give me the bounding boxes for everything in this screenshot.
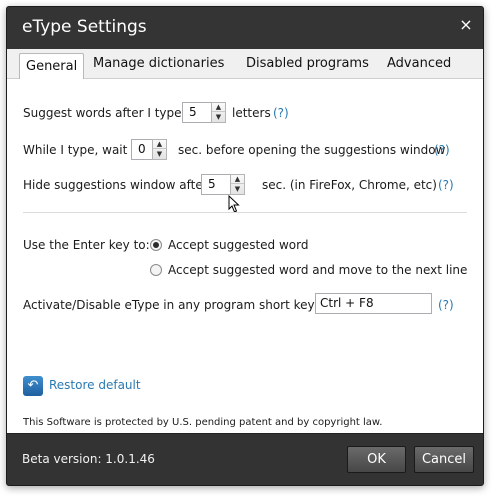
settings-window: eType Settings × General Manage dictiona… [6,6,484,486]
accept-word-radio[interactable] [150,239,162,251]
wait-label: While I type, wait [23,143,128,157]
suggest-label: Suggest words after I type [23,106,182,120]
suggest-unit-label: letters [232,106,271,120]
spin-up-icon[interactable]: ▲ [153,140,166,149]
shortcut-help-link[interactable]: (?) [438,298,454,312]
wait-seconds-spinner[interactable]: ▲ ▼ [152,139,167,160]
copyright-notice: This Software is protected by U.S. pendi… [23,417,383,428]
spin-up-icon[interactable]: ▲ [231,175,244,184]
general-panel: Suggest words after I type 5 ▲ ▼ letters… [7,79,483,433]
tab-general[interactable]: General [19,53,85,80]
cancel-button[interactable]: Cancel [414,446,474,473]
shortcut-label: Activate/Disable eType in any program sh… [23,298,318,312]
wait-help-link[interactable]: (?) [434,143,450,157]
spin-down-icon[interactable]: ▼ [153,150,166,159]
hide-unit-label: sec. (in FireFox, Chrome, etc) [262,178,437,192]
hide-help-link[interactable]: (?) [438,178,454,192]
spin-down-icon[interactable]: ▼ [212,113,225,122]
tab-manage-dictionaries[interactable]: Manage dictionaries [93,56,224,80]
wait-unit-label: sec. before opening the suggestions wind… [178,143,446,157]
hide-seconds-input[interactable]: 5 [201,174,231,195]
suggest-help-link[interactable]: (?) [273,106,289,120]
spin-up-icon[interactable]: ▲ [212,103,225,112]
version-label: Beta version: 1.0.1.46 [22,452,155,466]
restore-arrow-icon[interactable]: ↶ [23,376,43,396]
suggest-letters-spinner[interactable]: ▲ ▼ [211,102,226,123]
tab-strip: General Manage dictionaries Disabled pro… [7,49,483,80]
wait-seconds-input[interactable]: 0 [131,139,153,160]
tab-disabled-programs[interactable]: Disabled programs [246,56,369,80]
mouse-pointer-icon [228,195,240,213]
footer-bar: Beta version: 1.0.1.46 OK Cancel [7,433,483,485]
enter-key-label: Use the Enter key to: [23,238,150,252]
spin-down-icon[interactable]: ▼ [231,185,244,194]
accept-word-newline-radio[interactable] [150,264,162,276]
title-bar: eType Settings × [7,7,483,49]
window-title: eType Settings [22,17,147,37]
suggest-letters-input[interactable]: 5 [182,102,212,123]
tab-advanced[interactable]: Advanced [387,56,451,80]
close-icon[interactable]: × [457,16,475,34]
section-divider [23,212,467,213]
accept-word-newline-label[interactable]: Accept suggested word and move to the ne… [168,263,467,277]
hide-seconds-spinner[interactable]: ▲ ▼ [230,174,245,195]
accept-word-label[interactable]: Accept suggested word [168,238,308,252]
restore-default-link[interactable]: Restore default [49,378,141,392]
hide-label: Hide suggestions window after [23,178,208,192]
shortcut-key-input[interactable]: Ctrl + F8 [315,293,432,314]
ok-button[interactable]: OK [347,446,406,473]
